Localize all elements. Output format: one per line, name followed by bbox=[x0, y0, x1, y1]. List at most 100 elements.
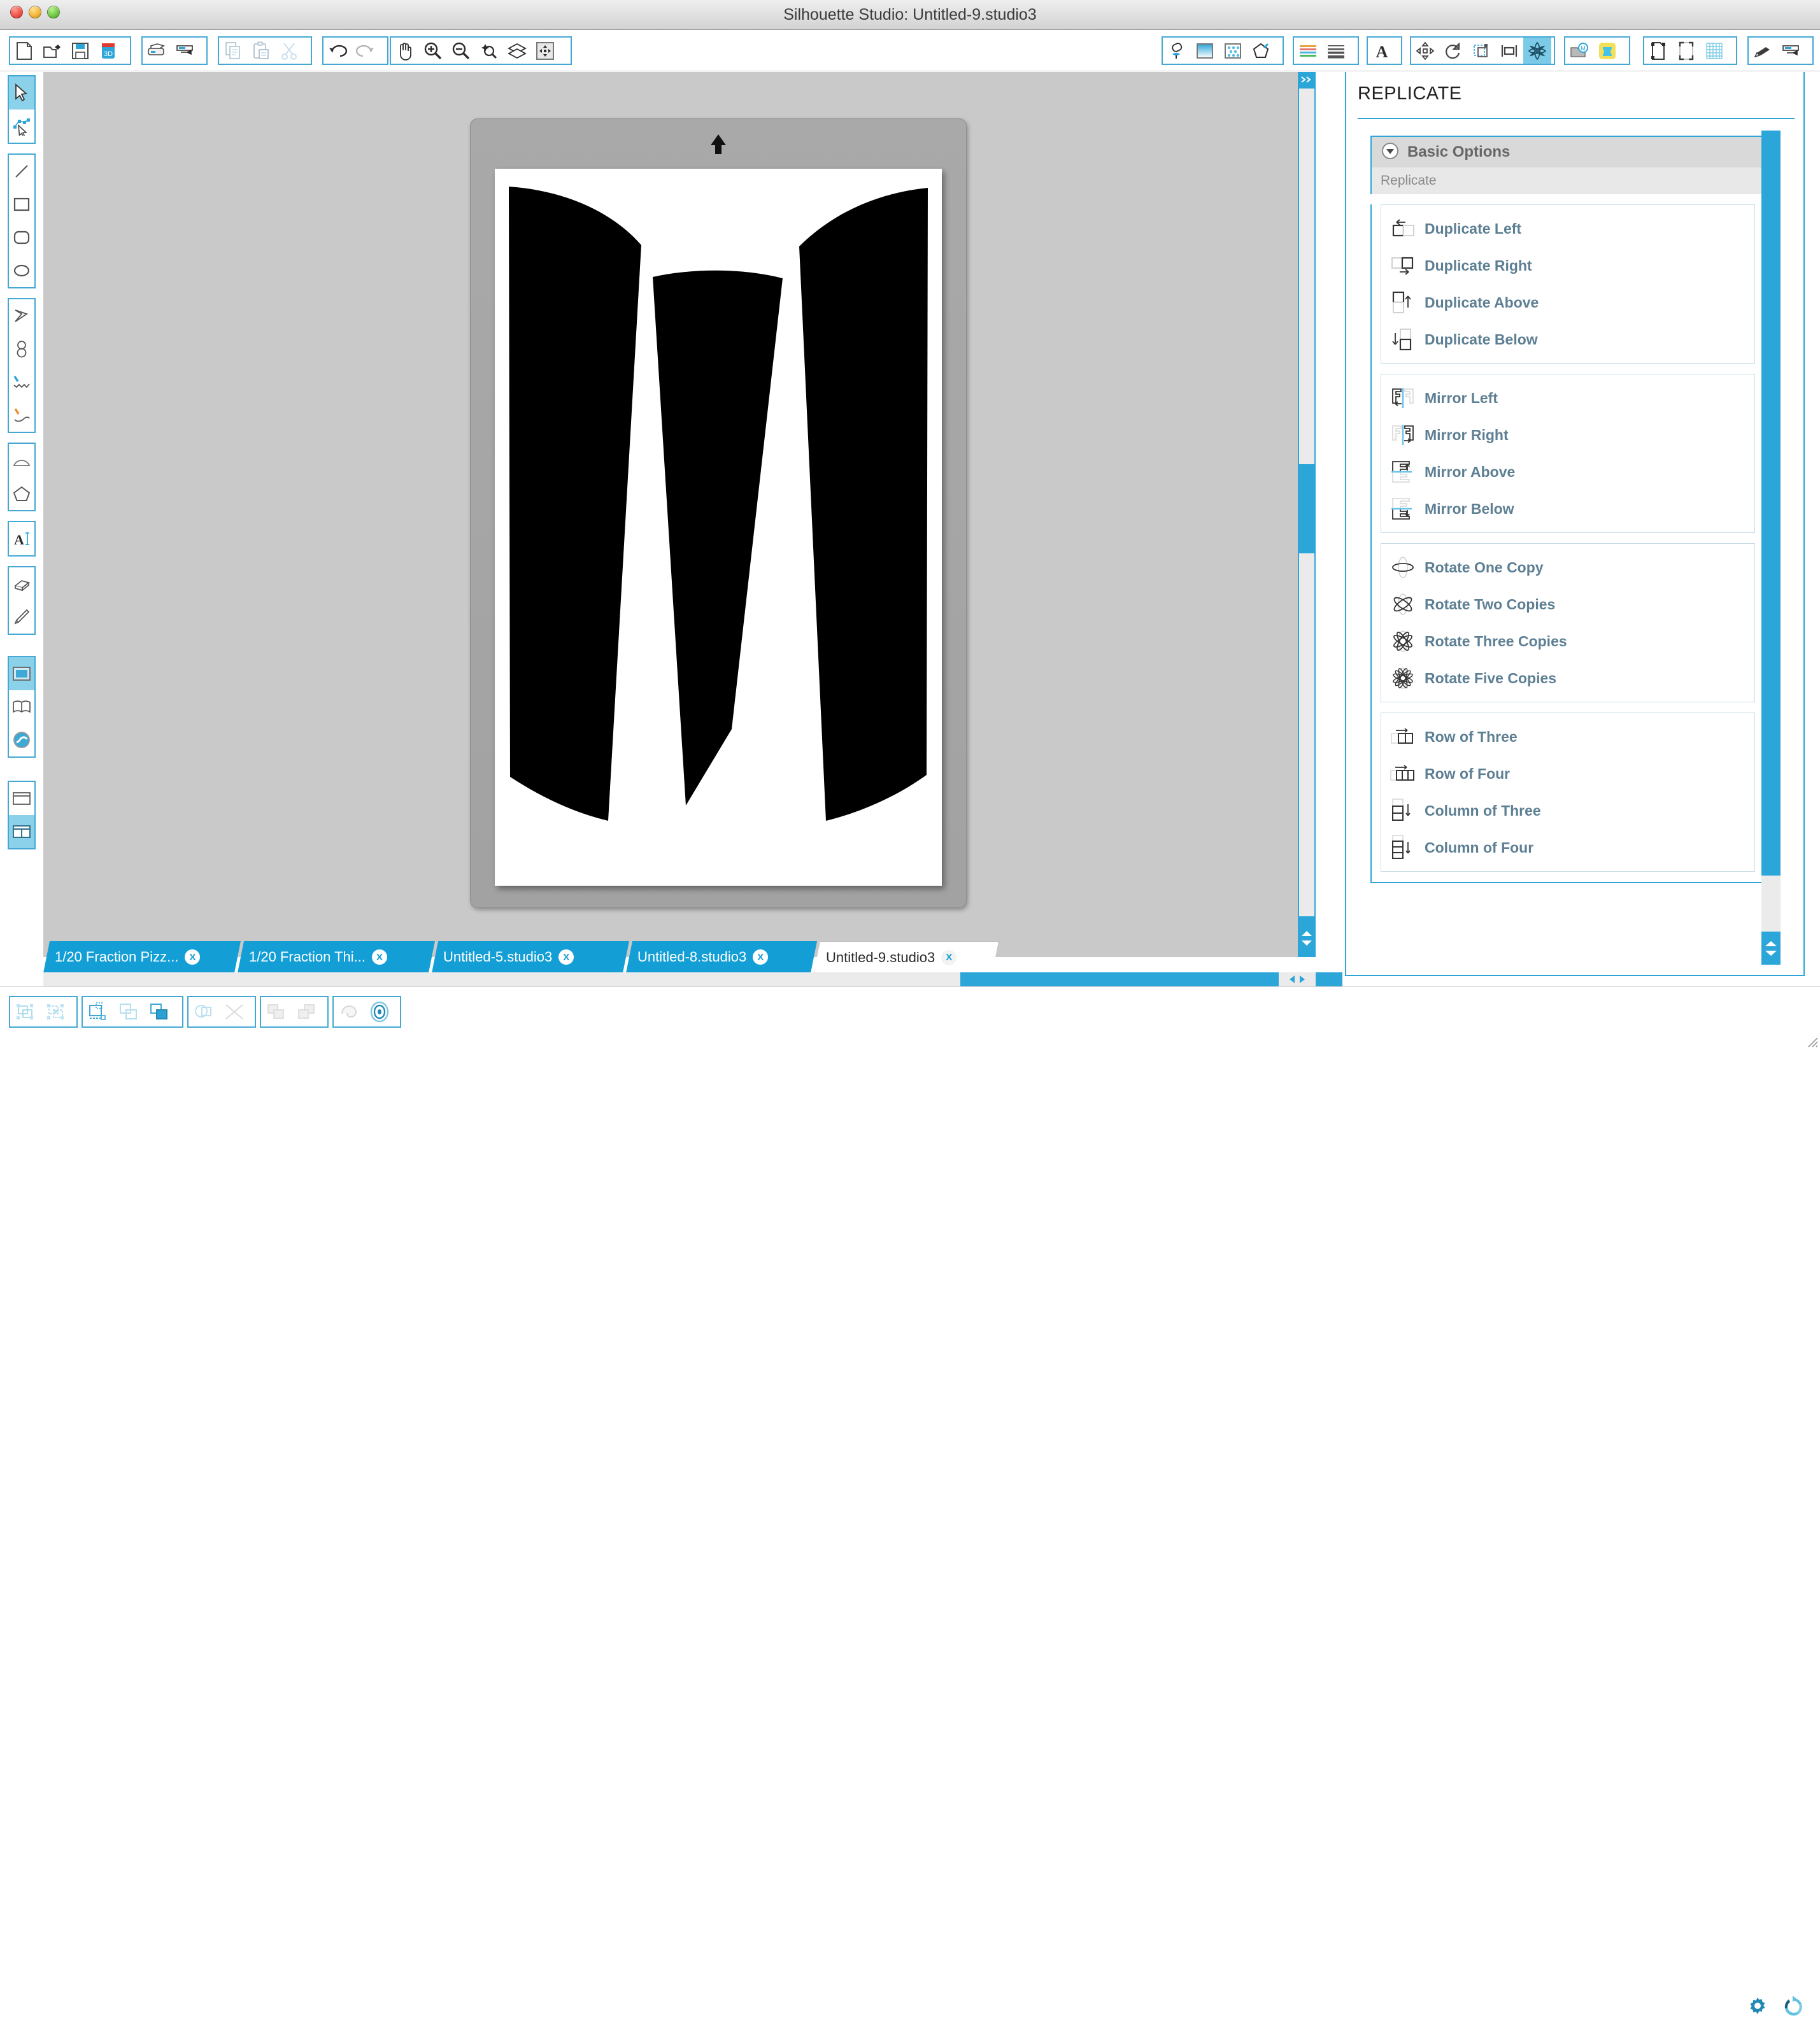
subtract-icon[interactable] bbox=[219, 997, 250, 1026]
settings-gear-icon[interactable] bbox=[1745, 1994, 1770, 2023]
release-compound-path-icon[interactable] bbox=[113, 997, 144, 1026]
split-panel-icon[interactable] bbox=[9, 815, 34, 848]
edit-points-icon[interactable] bbox=[9, 110, 34, 143]
document-tab[interactable]: 1/20 Fraction Pizz... X bbox=[43, 941, 241, 973]
rounded-rectangle-tool-icon[interactable] bbox=[9, 221, 34, 254]
text-tool-icon[interactable]: A bbox=[9, 522, 34, 555]
window-resize-grip[interactable] bbox=[1805, 1034, 1819, 1048]
page-setup-icon[interactable] bbox=[1644, 38, 1672, 64]
regular-polygon-tool-icon[interactable] bbox=[9, 477, 34, 510]
undo-arrow-icon[interactable] bbox=[323, 38, 352, 64]
close-tab-icon[interactable]: X bbox=[372, 949, 387, 965]
document-tab[interactable]: 1/20 Fraction Thi... X bbox=[238, 941, 435, 973]
knife-tool-icon[interactable] bbox=[9, 600, 34, 634]
document-tab-active[interactable]: Untitled-9.studio3 X bbox=[814, 941, 999, 973]
duplicate-left-option[interactable]: Duplicate Left bbox=[1381, 210, 1754, 247]
line-thickness-icon[interactable] bbox=[1322, 38, 1350, 64]
mirror-above-option[interactable]: Mirror Above bbox=[1381, 453, 1754, 490]
rotate-two-copies-option[interactable]: Rotate Two Copies bbox=[1381, 586, 1754, 623]
group-icon[interactable] bbox=[10, 997, 41, 1026]
pattern-fill-icon[interactable] bbox=[1219, 38, 1247, 64]
chevron-down-circle-icon[interactable] bbox=[1381, 141, 1400, 164]
duplicate-below-option[interactable]: Duplicate Below bbox=[1381, 321, 1754, 358]
mirror-below-option[interactable]: Mirror Below bbox=[1381, 490, 1754, 527]
rotate-one-copy-option[interactable]: Rotate One Copy bbox=[1381, 549, 1754, 586]
canvas-vertical-scrollbar[interactable] bbox=[1298, 72, 1316, 957]
trace-icon[interactable] bbox=[334, 997, 364, 1026]
rotate-icon[interactable] bbox=[1439, 38, 1467, 64]
fit-to-window-icon[interactable] bbox=[531, 38, 559, 64]
eraser-tool-icon[interactable] bbox=[9, 567, 34, 600]
rotate-five-copies-option[interactable]: Rotate Five Copies bbox=[1381, 660, 1754, 697]
expand-panel-button[interactable] bbox=[1298, 72, 1316, 87]
column-of-four-option[interactable]: Column of Four bbox=[1381, 829, 1754, 866]
panel-scroll-arrows[interactable] bbox=[1761, 932, 1781, 965]
replicate-icon[interactable] bbox=[1523, 38, 1551, 64]
close-tab-icon[interactable]: X bbox=[558, 949, 574, 965]
send-to-silhouette-icon[interactable] bbox=[171, 38, 199, 64]
my-library-icon[interactable]: M bbox=[1565, 38, 1593, 64]
registration-marks-icon[interactable] bbox=[1672, 38, 1700, 64]
scrollbar-thumb[interactable] bbox=[1299, 464, 1314, 553]
sync-refresh-icon[interactable] bbox=[1781, 1994, 1806, 2023]
polygon-tool-icon[interactable] bbox=[9, 299, 34, 332]
store-globe-icon[interactable] bbox=[9, 723, 34, 756]
grid-icon[interactable] bbox=[1700, 38, 1728, 64]
scale-icon[interactable] bbox=[1467, 38, 1495, 64]
text-style-icon[interactable]: A bbox=[1368, 38, 1396, 64]
line-tool-icon[interactable] bbox=[9, 155, 34, 188]
offset-icon[interactable] bbox=[364, 997, 395, 1026]
rectangle-tool-icon[interactable] bbox=[9, 188, 34, 221]
store-icon[interactable] bbox=[1593, 38, 1621, 64]
duplicate-above-option[interactable]: Duplicate Above bbox=[1381, 284, 1754, 321]
save-floppy-icon[interactable] bbox=[66, 38, 94, 64]
bring-to-front-icon[interactable] bbox=[261, 997, 292, 1026]
freehand-tool-icon[interactable] bbox=[9, 366, 34, 399]
new-document-icon[interactable] bbox=[10, 38, 38, 64]
line-color-icon[interactable] bbox=[1247, 38, 1275, 64]
close-tab-icon[interactable]: X bbox=[185, 949, 200, 965]
scrollbar-track[interactable] bbox=[1299, 89, 1314, 916]
smooth-freehand-tool-icon[interactable] bbox=[9, 399, 34, 432]
send-to-back-icon[interactable] bbox=[292, 997, 322, 1026]
document-tab[interactable]: Untitled-8.studio3 X bbox=[626, 941, 817, 973]
zoom-in-icon[interactable] bbox=[419, 38, 447, 64]
duplicate-right-option[interactable]: Duplicate Right bbox=[1381, 247, 1754, 284]
make-compound-path-icon[interactable] bbox=[83, 997, 113, 1026]
library-book-icon[interactable] bbox=[9, 690, 34, 723]
section-header-basic-options[interactable]: Basic Options bbox=[1370, 136, 1765, 167]
zoom-out-icon[interactable] bbox=[447, 38, 475, 64]
ungroup-icon[interactable] bbox=[41, 997, 71, 1026]
rotate-three-copies-option[interactable]: Rotate Three Copies bbox=[1381, 623, 1754, 660]
document-tab[interactable]: Untitled-5.studio3 X bbox=[432, 941, 629, 973]
cut-scissors-icon[interactable] bbox=[275, 38, 303, 64]
hscroll-arrows[interactable] bbox=[1279, 972, 1316, 986]
mirror-right-option[interactable]: Mirror Right bbox=[1381, 416, 1754, 453]
design-page[interactable] bbox=[495, 169, 942, 886]
panel-scrollbar-thumb[interactable] bbox=[1761, 131, 1781, 876]
align-icon[interactable] bbox=[1495, 38, 1523, 64]
save-to-library-icon[interactable]: 3D bbox=[94, 38, 122, 64]
row-of-four-option[interactable]: Row of Four bbox=[1381, 755, 1754, 792]
close-tab-icon[interactable]: X bbox=[753, 949, 768, 965]
close-tab-icon[interactable]: X bbox=[941, 950, 956, 965]
select-arrow-icon[interactable] bbox=[9, 76, 34, 110]
line-style-icon[interactable] bbox=[1294, 38, 1322, 64]
gradient-fill-icon[interactable] bbox=[1191, 38, 1219, 64]
copy-icon[interactable] bbox=[219, 38, 247, 64]
arc-tool-icon[interactable] bbox=[9, 444, 34, 477]
paste-icon[interactable] bbox=[247, 38, 275, 64]
panel-scrollbar[interactable] bbox=[1761, 131, 1781, 965]
mirror-left-option[interactable]: Mirror Left bbox=[1381, 380, 1754, 416]
single-panel-icon[interactable] bbox=[9, 782, 34, 815]
design-page-icon[interactable] bbox=[9, 657, 34, 690]
move-icon[interactable] bbox=[1411, 38, 1439, 64]
fit-to-page-icon[interactable] bbox=[503, 38, 531, 64]
send-to-cutter-icon[interactable] bbox=[1777, 38, 1805, 64]
column-of-three-option[interactable]: Column of Three bbox=[1381, 792, 1754, 829]
zoom-selection-icon[interactable] bbox=[475, 38, 503, 64]
redo-arrow-icon[interactable] bbox=[352, 38, 380, 64]
row-of-three-option[interactable]: Row of Three bbox=[1381, 718, 1754, 755]
cut-settings-icon[interactable] bbox=[1749, 38, 1777, 64]
curve-shape-tool-icon[interactable] bbox=[9, 332, 34, 366]
